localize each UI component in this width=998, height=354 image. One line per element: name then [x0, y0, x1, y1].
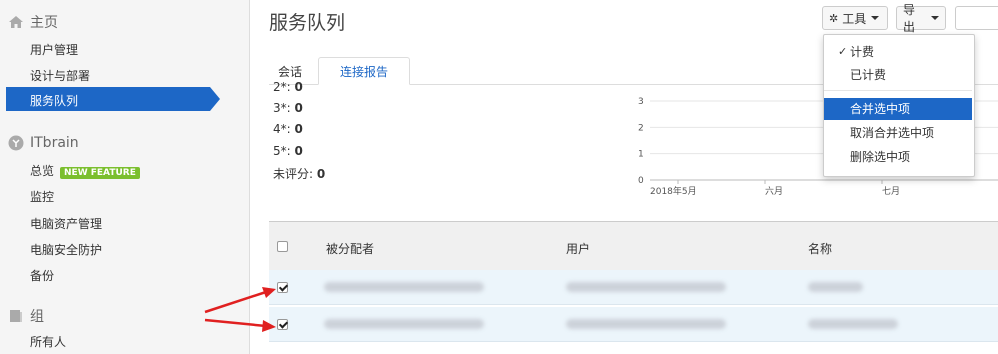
sidebar-item-overview-label: 总览: [30, 164, 55, 178]
sidebar-item-design-deploy[interactable]: 设计与部署: [30, 67, 90, 84]
stat-3star: 3*: 0: [273, 101, 303, 115]
menu-item-unmerge-selected[interactable]: 取消合并选中项: [824, 122, 972, 144]
table-row[interactable]: [269, 307, 998, 342]
sidebar-section-itbrain[interactable]: ITbrain: [8, 135, 79, 151]
arrow-line: [204, 290, 267, 314]
new-feature-badge: NEW FEATURE: [60, 167, 140, 179]
export-button[interactable]: 导出: [896, 3, 946, 34]
chart-y-tick-label: 2: [638, 123, 644, 133]
sidebar-item-overview[interactable]: 总览 NEW FEATURE: [30, 162, 140, 179]
tools-button[interactable]: ✲ 工具: [822, 6, 888, 30]
sidebar-item-asset-management[interactable]: 电脑资产管理: [30, 215, 102, 232]
queue-table: 被分配者 用户 名称: [269, 221, 998, 354]
sidebar-section-group[interactable]: 组: [8, 306, 44, 326]
stat-2star: 2*: 0: [273, 80, 303, 94]
redacted-text: [324, 282, 484, 292]
column-header-user[interactable]: 用户: [566, 240, 590, 257]
select-all-checkbox[interactable]: [277, 241, 288, 252]
page-title: 服务队列: [269, 12, 346, 34]
group-icon: [8, 308, 24, 324]
redacted-text: [808, 319, 898, 329]
stat-4star: 4*: 0: [273, 122, 303, 136]
menu-item-billed[interactable]: 已计费: [824, 64, 972, 86]
stat-5star: 5*: 0: [273, 144, 303, 158]
search-input[interactable]: [955, 6, 998, 30]
sidebar-section-home-label: 主页: [30, 15, 58, 31]
itbrain-logo-icon: [8, 135, 24, 151]
gear-icon: ✲: [829, 11, 839, 25]
menu-item-delete-selected[interactable]: 删除选中项: [824, 146, 972, 168]
sidebar-item-service-queue-label: 服务队列: [30, 94, 79, 108]
arrow-head: [262, 320, 276, 332]
checkmark-icon: ✓: [838, 45, 848, 58]
sidebar-item-everyone[interactable]: 所有人: [30, 333, 66, 350]
redacted-text: [566, 319, 726, 329]
sidebar-section-itbrain-label: ITbrain: [30, 135, 79, 151]
tools-button-label: 工具: [842, 11, 867, 26]
home-icon: [8, 14, 24, 30]
chart-y-tick-label: 3: [638, 97, 644, 107]
menu-item-billing[interactable]: ✓ 计费: [824, 41, 972, 63]
chart-x-tick-label: 2018年5月: [650, 185, 697, 197]
redacted-text: [566, 282, 726, 292]
chevron-down-icon: [931, 16, 939, 20]
sidebar-item-monitoring[interactable]: 监控: [30, 188, 54, 205]
sidebar-item-backup[interactable]: 备份: [30, 267, 54, 284]
column-header-assignee[interactable]: 被分配者: [326, 240, 374, 257]
menu-item-merge-selected[interactable]: 合并选中项: [824, 98, 972, 120]
tools-dropdown-menu: ✓ 计费 已计费 合并选中项 取消合并选中项 删除选中项: [823, 34, 975, 177]
chart-y-tick-label: 0: [638, 176, 644, 186]
redacted-text: [324, 319, 484, 329]
chart-x-tick-label: 六月: [765, 185, 783, 197]
sidebar-item-security[interactable]: 电脑安全防护: [30, 241, 102, 258]
sidebar-item-user-management[interactable]: 用户管理: [30, 41, 78, 58]
sidebar-section-group-label: 组: [30, 309, 44, 325]
table-header: 被分配者 用户 名称: [269, 221, 998, 271]
column-header-name[interactable]: 名称: [808, 240, 832, 257]
arrow-line: [204, 318, 267, 328]
arrow-head: [262, 287, 276, 298]
chart-x-tick-label: 七月: [882, 186, 900, 197]
table-row[interactable]: [269, 270, 998, 305]
redacted-text: [808, 282, 863, 292]
stat-unrated: 未评分: 0: [273, 167, 326, 181]
sidebar-section-home[interactable]: 主页: [8, 12, 58, 32]
chevron-down-icon: [871, 16, 880, 20]
chart-y-tick-label: 1: [638, 150, 644, 160]
sidebar-item-service-queue[interactable]: 服务队列: [6, 87, 220, 111]
export-button-label: 导出: [903, 3, 916, 34]
tab-connection-report[interactable]: 连接报告: [318, 57, 410, 85]
menu-divider: [824, 90, 972, 91]
annotation-arrows: [204, 287, 276, 332]
